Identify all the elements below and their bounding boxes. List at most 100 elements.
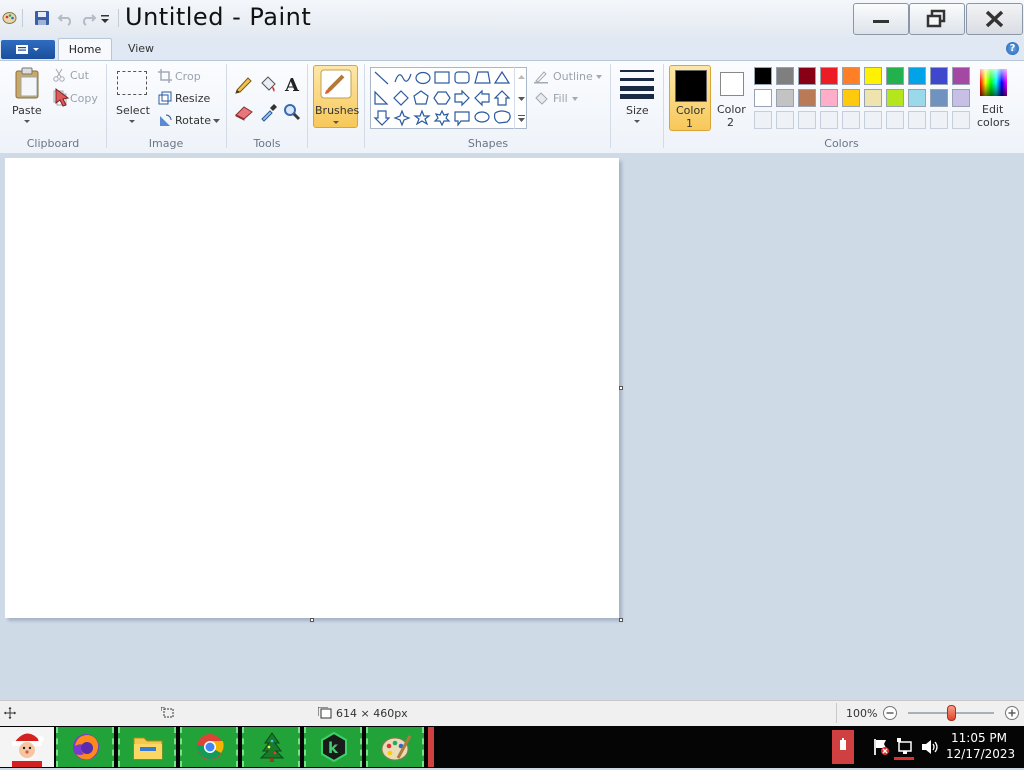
palette-empty-swatch[interactable] — [952, 111, 970, 129]
taskbar-paint[interactable] — [366, 727, 424, 767]
palette-swatch[interactable] — [754, 89, 772, 107]
eraser-icon[interactable] — [232, 101, 256, 123]
crop-label: Crop — [175, 70, 201, 83]
shapes-scroll[interactable] — [514, 67, 528, 129]
resize-icon — [158, 91, 172, 105]
scroll-arrows-icon — [518, 75, 525, 122]
palette-swatch[interactable] — [776, 67, 794, 85]
palette-swatch[interactable] — [864, 89, 882, 107]
palette-swatch[interactable] — [930, 67, 948, 85]
outline-button[interactable]: Outline — [533, 68, 603, 84]
group-separator — [364, 64, 365, 148]
resize-handle-right[interactable] — [619, 386, 623, 390]
taskbar-file-explorer[interactable] — [118, 727, 176, 767]
customize-toolbar-icon[interactable] — [99, 9, 117, 27]
palette-swatch[interactable] — [908, 89, 926, 107]
palette-swatch[interactable] — [842, 89, 860, 107]
taskbar-kaspersky[interactable]: k — [304, 727, 362, 767]
palette-swatch[interactable] — [776, 89, 794, 107]
palette-empty-swatch[interactable] — [842, 111, 860, 129]
palette-empty-swatch[interactable] — [798, 111, 816, 129]
restore-button[interactable] — [909, 3, 965, 35]
redo-icon[interactable] — [79, 9, 97, 27]
network-icon[interactable] — [896, 737, 916, 757]
resize-handle-bottom[interactable] — [310, 618, 314, 622]
color2-button[interactable]: Color 2 — [712, 65, 752, 131]
palette-empty-swatch[interactable] — [886, 111, 904, 129]
palette-swatch[interactable] — [820, 67, 838, 85]
undo-icon[interactable] — [57, 9, 75, 27]
help-icon[interactable]: ? — [1006, 42, 1019, 55]
taskbar-chrome[interactable] — [180, 727, 238, 767]
group-separator — [610, 64, 611, 148]
zoom-out-button[interactable] — [882, 705, 898, 721]
paste-button[interactable]: Paste — [8, 65, 46, 127]
brushes-button[interactable]: Brushes — [313, 65, 359, 128]
shapes-group-label: Shapes — [467, 137, 509, 150]
start-button[interactable] — [0, 727, 54, 767]
outline-label: Outline — [553, 70, 593, 83]
palette-swatch[interactable] — [820, 89, 838, 107]
fill-bucket-icon[interactable] — [256, 73, 280, 95]
network-alert-bar — [894, 757, 914, 760]
firefox-icon — [73, 734, 99, 760]
crop-button[interactable]: Crop — [158, 68, 206, 84]
cut-button[interactable]: Cut — [52, 68, 102, 84]
palette-empty-swatch[interactable] — [820, 111, 838, 129]
text-icon[interactable]: A — [280, 73, 304, 96]
tray-app-icon[interactable] — [832, 730, 854, 764]
file-menu-button[interactable] — [1, 40, 55, 59]
palette-swatch[interactable] — [952, 67, 970, 85]
color1-number: 1 — [686, 117, 693, 130]
palette-swatch[interactable] — [798, 89, 816, 107]
zoom-slider-thumb[interactable] — [946, 705, 956, 721]
selection-size-icon — [161, 707, 174, 718]
select-button[interactable]: Select — [112, 65, 152, 127]
palette-swatch[interactable] — [754, 67, 772, 85]
paint-app-icon[interactable] — [2, 10, 17, 25]
taskbar-firefox[interactable] — [56, 727, 114, 767]
palette-swatch[interactable] — [952, 89, 970, 107]
christmas-tree-icon — [259, 732, 285, 762]
palette-swatch[interactable] — [908, 67, 926, 85]
palette-swatch[interactable] — [864, 67, 882, 85]
save-icon[interactable] — [33, 9, 51, 27]
zoom-in-button[interactable] — [1004, 705, 1020, 721]
chrome-icon — [197, 734, 224, 760]
tab-home[interactable]: Home — [58, 38, 112, 62]
resize-button[interactable]: Resize — [158, 90, 210, 106]
drawing-canvas[interactable] — [5, 158, 619, 618]
rotate-button[interactable]: Rotate — [158, 112, 220, 128]
palette-empty-swatch[interactable] — [908, 111, 926, 129]
action-center-icon[interactable] — [872, 737, 892, 757]
palette-swatch[interactable] — [798, 67, 816, 85]
minimize-button[interactable] — [853, 3, 909, 35]
taskbar-overflow[interactable] — [428, 727, 434, 767]
close-button[interactable] — [966, 3, 1023, 35]
pencil-icon[interactable] — [232, 73, 256, 95]
palette-empty-swatch[interactable] — [754, 111, 772, 129]
rainbow-icon — [980, 69, 1007, 96]
taskbar-christmas-tree[interactable] — [242, 727, 300, 767]
clock-time[interactable]: 11:05 PM — [946, 731, 1012, 745]
edit-colors-button[interactable]: Edit colors — [976, 65, 1012, 131]
chevron-down-icon — [596, 75, 602, 79]
tab-view[interactable]: View — [118, 38, 164, 61]
color1-button[interactable]: Color 1 — [669, 65, 711, 131]
zoom-level-text: 100% — [846, 707, 878, 720]
palette-empty-swatch[interactable] — [864, 111, 882, 129]
clock-date[interactable]: 12/17/2023 — [946, 747, 1015, 761]
palette-swatch[interactable] — [886, 89, 904, 107]
palette-empty-swatch[interactable] — [930, 111, 948, 129]
group-separator — [106, 64, 107, 148]
fill-button[interactable]: Fill — [533, 90, 583, 106]
size-button[interactable]: Size — [616, 65, 658, 127]
magnifier-icon[interactable] — [280, 101, 304, 123]
resize-handle-corner[interactable] — [619, 618, 623, 622]
palette-swatch[interactable] — [930, 89, 948, 107]
palette-empty-swatch[interactable] — [776, 111, 794, 129]
color-picker-icon[interactable] — [256, 101, 280, 123]
palette-swatch[interactable] — [842, 67, 860, 85]
volume-icon[interactable] — [920, 737, 940, 757]
palette-swatch[interactable] — [886, 67, 904, 85]
